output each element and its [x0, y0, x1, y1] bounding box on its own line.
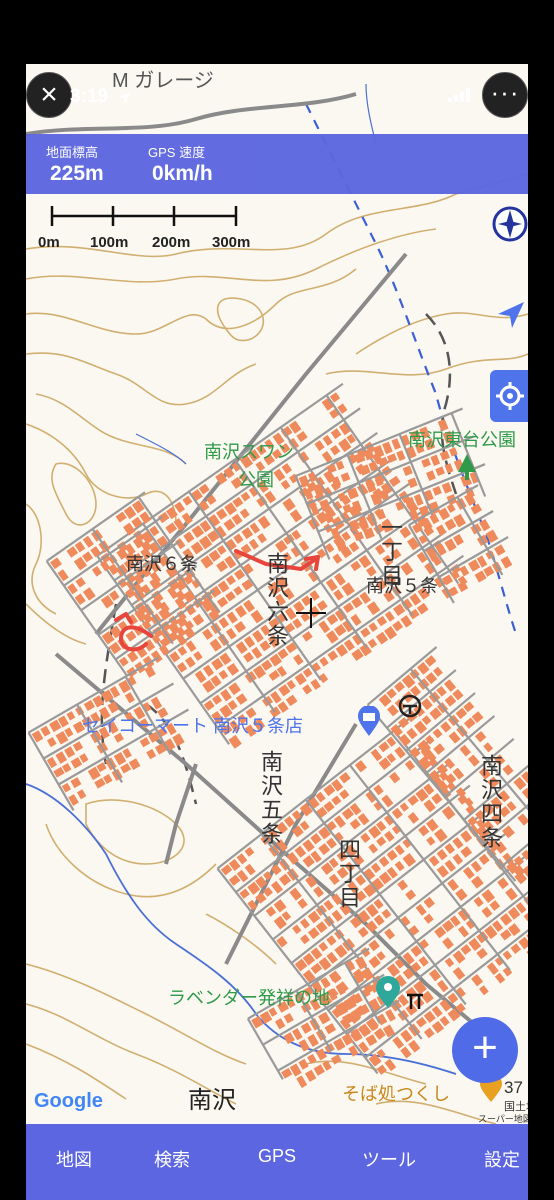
shrine-icon: [407, 993, 423, 1009]
scale-tick-0: 0m: [38, 234, 60, 251]
signal-icon: [448, 88, 470, 102]
elevation-label: 地面標高: [46, 145, 99, 160]
speed-value: 0km/h: [152, 162, 213, 185]
more-button[interactable]: ···: [482, 72, 528, 118]
map-label-minamisawa-6jo: 南沢６条: [126, 554, 198, 574]
scale-bar: 0m 100m 200m 300m: [38, 204, 250, 251]
map-label-minamisawa: 南沢: [188, 1087, 236, 1114]
tab-settings[interactable]: 設定: [484, 1146, 520, 1172]
plus-icon: +: [472, 1023, 498, 1072]
crosshair-icon: [296, 598, 326, 628]
locate-crosshair-icon: [496, 382, 524, 410]
map-label-lavender: ラベンダー発祥の地: [168, 988, 330, 1008]
clock: 3:19: [70, 86, 109, 107]
speed-label: GPS 速度: [148, 145, 206, 160]
map-label-soba: そば処つくし: [342, 1084, 450, 1104]
map-label-garage: M ガレージ: [112, 70, 214, 92]
scale-tick-300: 300m: [212, 234, 251, 251]
compass-icon[interactable]: [490, 202, 528, 262]
tab-gps[interactable]: GPS: [258, 1146, 296, 1167]
locate-button[interactable]: [490, 370, 528, 422]
scale-ruler: [50, 206, 238, 226]
map-label-swan-park: 南沢スワン: [204, 442, 294, 462]
post-office-icon: [398, 694, 422, 718]
elevation-value: 225m: [50, 162, 104, 185]
map-label-seicomart: セイコーマート 南沢５条店: [82, 716, 303, 736]
map-label-vertical-4jo: 南沢四条: [478, 754, 503, 850]
navigation-arrow-icon[interactable]: [496, 300, 526, 330]
map-label-vertical-6jo: 南沢六条: [264, 552, 289, 648]
map-label-route: 37: [504, 1078, 523, 1097]
bottom-tab-bar: 地図 検索 GPS ツール 設定: [26, 1124, 528, 1200]
status-bar: × 3:19 ···: [26, 64, 528, 128]
map-label-vertical-4chome: 四丁目: [336, 838, 361, 910]
google-logo: Google: [34, 1090, 103, 1112]
add-button[interactable]: +: [452, 1017, 518, 1083]
store-pin-icon: [358, 706, 380, 736]
close-button[interactable]: ×: [26, 72, 72, 118]
map-label-swan-park-2: 公園: [238, 470, 274, 490]
tab-search[interactable]: 検索: [154, 1146, 190, 1172]
tab-map[interactable]: 地図: [56, 1146, 92, 1172]
scale-tick-100: 100m: [90, 234, 129, 251]
scale-tick-200: 200m: [152, 234, 191, 251]
map-label-higashidai-park: 南沢東台公園: [408, 430, 516, 450]
google-attribution: Google: [34, 1090, 103, 1113]
close-icon: ×: [40, 78, 58, 111]
park-tree-icon: [458, 454, 476, 480]
tab-tools[interactable]: ツール: [362, 1146, 416, 1172]
map-label-vertical-5jo: 南沢五条: [258, 750, 283, 846]
map-screen[interactable]: × 3:19 ··· 地面標高 225m GPS 速度 0km/h 0m 100…: [26, 64, 528, 1200]
map-label-vertical-itchome: 一丁目: [378, 516, 403, 588]
info-bar: 地面標高 225m GPS 速度 0km/h: [26, 134, 528, 194]
more-icon: ···: [490, 77, 520, 107]
attraction-pin-icon: [376, 976, 400, 1008]
